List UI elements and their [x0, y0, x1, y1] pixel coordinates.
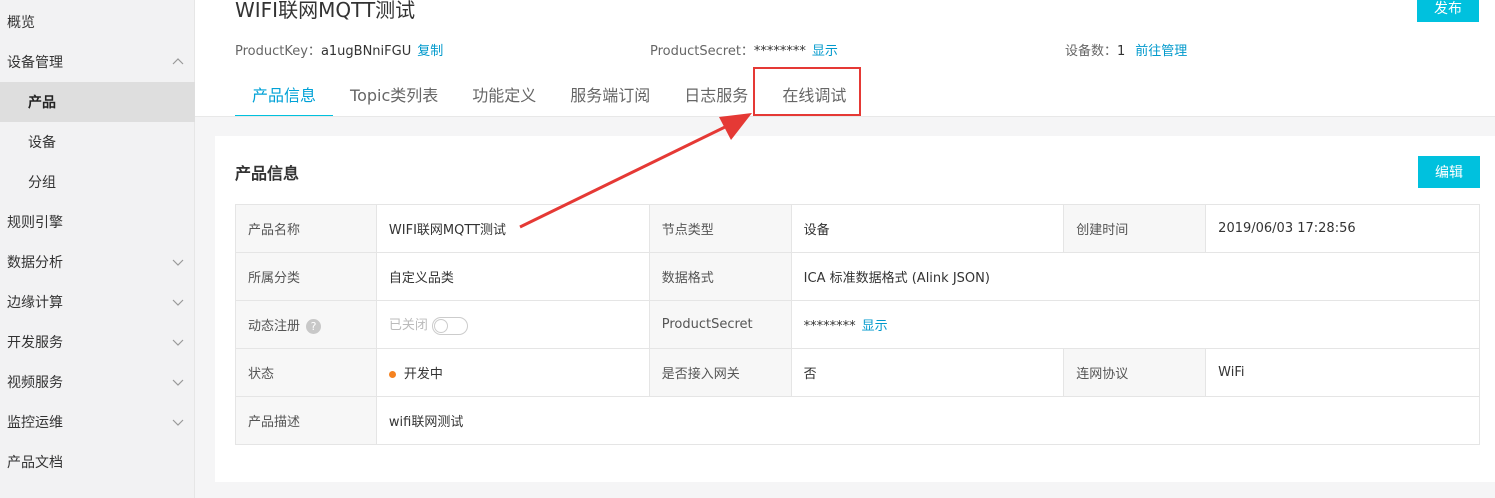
chevron-down-icon — [171, 335, 185, 349]
sidebar-item-label: 产品文档 — [7, 455, 63, 471]
sidebar-item-label: 开发服务 — [7, 335, 63, 351]
product-secret-row-label: ProductSecret — [648, 300, 792, 349]
chevron-down-icon — [171, 375, 185, 389]
chevron-up-icon — [171, 55, 185, 69]
tab-product-info[interactable]: 产品信息 — [235, 70, 334, 117]
device-count-info: 设备数：1 前往管理 — [1065, 40, 1187, 59]
sidebar-item-group[interactable]: 分组 — [0, 162, 195, 202]
product-secret-label: ProductSecret： — [650, 44, 754, 59]
product-name-label: 产品名称 — [235, 204, 377, 253]
sidebar-item-product-docs[interactable]: 产品文档 — [0, 442, 195, 482]
category-label: 所属分类 — [235, 252, 377, 301]
sidebar-item-label: 监控运维 — [7, 415, 63, 431]
sidebar-item-overview[interactable]: 概览 — [0, 2, 195, 42]
status-value-cell: 开发中 — [375, 348, 650, 397]
header-divider — [195, 116, 1495, 117]
sidebar-item-label: 产品 — [28, 95, 56, 111]
data-format-label: 数据格式 — [648, 252, 792, 301]
tab-topic-list[interactable]: Topic类列表 — [333, 70, 455, 117]
page-title: WIFI联网MQTT测试 — [235, 0, 416, 22]
sidebar-item-label: 数据分析 — [7, 255, 63, 271]
manage-devices-link[interactable]: 前往管理 — [1135, 44, 1187, 59]
sidebar-item-label: 分组 — [28, 175, 56, 191]
dynamic-register-value-cell: 已关闭 — [375, 300, 650, 349]
sidebar-item-device[interactable]: 设备 — [0, 122, 195, 162]
product-secret-info: ProductSecret：******** 显示 — [650, 40, 838, 59]
created-time-label: 创建时间 — [1063, 204, 1207, 253]
sidebar-item-dev-services[interactable]: 开发服务 — [0, 322, 195, 362]
description-label: 产品描述 — [235, 396, 377, 445]
sidebar-item-label: 概览 — [7, 15, 35, 31]
sidebar-item-video-services[interactable]: 视频服务 — [0, 362, 195, 402]
sidebar-item-device-management[interactable]: 设备管理 — [0, 42, 195, 82]
panel-title: 产品信息 — [235, 164, 300, 183]
sidebar-item-edge-computing[interactable]: 边缘计算 — [0, 282, 195, 322]
product-key-value: a1ugBNniFGU — [320, 44, 412, 59]
description-value: wifi联网测试 — [375, 396, 1481, 445]
product-info-table: 产品名称 WIFI联网MQTT测试 节点类型 设备 创建时间 2019/06/0… — [235, 204, 1481, 445]
gateway-value: 否 — [790, 348, 1065, 397]
edit-button[interactable]: 编辑 — [1418, 156, 1480, 188]
node-type-value: 设备 — [790, 204, 1065, 253]
product-header: WIFI联网MQTT测试 发布 ProductKey：a1ugBNniFGU 复制… — [195, 0, 1495, 117]
dynamic-register-label: 动态注册 — [248, 319, 301, 334]
data-format-value: ICA 标准数据格式 (Alink JSON) — [790, 252, 1481, 301]
product-secret-row-value-cell: ******** 显示 — [790, 300, 1481, 349]
table-row: 产品描述 wifi联网测试 — [235, 396, 1481, 445]
tab-bar: 产品信息 Topic类列表 功能定义 服务端订阅 日志服务 在线调试 — [235, 70, 863, 117]
created-time-value: 2019/06/03 17:28:56 — [1205, 204, 1480, 253]
publish-button[interactable]: 发布 — [1417, 0, 1479, 22]
table-row: 产品名称 WIFI联网MQTT测试 节点类型 设备 创建时间 2019/06/0… — [235, 204, 1480, 253]
sidebar: 概览 设备管理 产品 设备 分组 规则引擎 数据分析 边缘计算 开发服务 视频服… — [0, 0, 195, 498]
sidebar-item-monitoring[interactable]: 监控运维 — [0, 402, 195, 442]
copy-link[interactable]: 复制 — [417, 44, 443, 59]
sidebar-item-label: 边缘计算 — [7, 295, 63, 311]
sidebar-item-rule-engine[interactable]: 规则引擎 — [0, 202, 195, 242]
sidebar-item-product[interactable]: 产品 — [0, 82, 195, 122]
tab-server-subscription[interactable]: 服务端订阅 — [553, 70, 667, 117]
chevron-down-icon — [171, 295, 185, 309]
product-secret-value: ******** — [753, 44, 806, 59]
status-label: 状态 — [235, 348, 377, 397]
table-row: 状态 开发中 是否接入网关 否 连网协议 WiFi — [235, 348, 1480, 397]
table-row: 所属分类 自定义品类 数据格式 ICA 标准数据格式 (Alink JSON) — [235, 252, 1481, 301]
sidebar-item-label: 设备 — [28, 135, 56, 151]
help-icon[interactable]: ? — [306, 319, 322, 334]
status-value: 开发中 — [403, 367, 443, 382]
product-info-panel: 产品信息 编辑 产品名称 WIFI联网MQTT测试 节点类型 设备 创建时间 2… — [215, 136, 1495, 482]
category-value: 自定义品类 — [375, 252, 650, 301]
tab-function-definition[interactable]: 功能定义 — [455, 70, 553, 117]
sidebar-item-label: 设备管理 — [7, 55, 63, 71]
tab-online-debug[interactable]: 在线调试 — [765, 70, 863, 117]
node-type-label: 节点类型 — [648, 204, 792, 253]
dynamic-register-cell: 动态注册? — [235, 300, 377, 349]
gateway-label: 是否接入网关 — [648, 348, 792, 397]
product-secret-row-value: ******** — [803, 319, 856, 334]
chevron-down-icon — [171, 415, 185, 429]
product-key-label: ProductKey： — [235, 44, 321, 59]
sidebar-item-data-analysis[interactable]: 数据分析 — [0, 242, 195, 282]
tab-log-service[interactable]: 日志服务 — [667, 70, 765, 117]
product-name-value: WIFI联网MQTT测试 — [375, 204, 650, 253]
dynamic-register-toggle[interactable] — [431, 316, 468, 335]
show-secret-row-link[interactable]: 显示 — [862, 319, 888, 334]
protocol-value: WiFi — [1205, 348, 1480, 397]
show-secret-link[interactable]: 显示 — [812, 44, 838, 59]
sidebar-item-label: 视频服务 — [7, 375, 63, 391]
product-key-info: ProductKey：a1ugBNniFGU 复制 — [235, 40, 443, 59]
protocol-label: 连网协议 — [1063, 348, 1207, 397]
device-count-value: 1 — [1117, 44, 1126, 59]
device-count-label: 设备数： — [1065, 44, 1118, 59]
sidebar-item-label: 规则引擎 — [7, 215, 63, 231]
status-dot-icon — [388, 371, 396, 378]
table-row: 动态注册? 已关闭 ProductSecret ******** 显示 — [235, 300, 1481, 349]
toggle-status-text: 已关闭 — [388, 318, 428, 334]
chevron-down-icon — [171, 255, 185, 269]
